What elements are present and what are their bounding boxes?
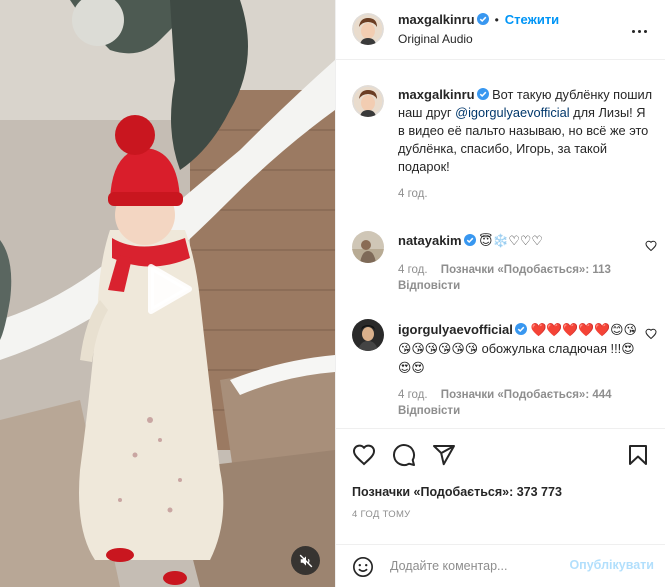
caption-text: maxgalkinru Вот такую дублёнку пошил наш… — [398, 86, 653, 176]
heart-icon[interactable] — [352, 443, 376, 467]
verified-badge-icon — [476, 13, 489, 25]
comment-like-heart-icon[interactable] — [645, 240, 657, 252]
header-username[interactable]: maxgalkinru — [398, 12, 475, 27]
avatar-image — [352, 231, 384, 263]
reply-button[interactable]: Відповісти — [398, 405, 460, 417]
comment-item: natayakim 😇❄️♡♡♡ 4 год. Позначки «Подоба… — [398, 232, 638, 294]
header-title-row: maxgalkinru • Стежити — [398, 12, 559, 27]
more-options-button[interactable] — [630, 24, 650, 34]
comment-text: natayakim 😇❄️♡♡♡ — [398, 232, 638, 250]
mute-toggle-button[interactable] — [291, 546, 320, 575]
post-comment-button[interactable]: Опублікувати — [569, 558, 654, 572]
verified-badge-icon — [514, 323, 527, 335]
comment-input[interactable] — [390, 553, 570, 579]
post-likes-count[interactable]: Позначки «Подобається»: 373 773 — [352, 485, 562, 499]
verified-badge-icon — [476, 88, 489, 100]
bookmark-icon[interactable] — [626, 443, 650, 467]
more-options-icon — [631, 30, 635, 34]
video-player[interactable] — [0, 0, 335, 587]
reply-button[interactable]: Відповісти — [398, 280, 460, 292]
caption: maxgalkinru Вот такую дублёнку пошил наш… — [398, 86, 653, 202]
comment-likes[interactable]: Позначки «Подобається»: 444 — [441, 389, 612, 401]
comment-time[interactable]: 4 год. — [398, 389, 428, 401]
follow-button[interactable]: Стежити — [505, 12, 559, 27]
avatar[interactable] — [352, 13, 384, 45]
comment-text: igorgulyaevofficial ❤️❤️❤️❤️❤️😊😘😘😘😘😘😘😘 о… — [398, 320, 643, 377]
caption-avatar[interactable] — [352, 85, 384, 117]
more-options-icon-dot — [643, 30, 647, 34]
share-icon[interactable] — [432, 443, 456, 467]
play-icon — [148, 264, 192, 314]
comment-item: igorgulyaevofficial ❤️❤️❤️❤️❤️😊😘😘😘😘😘😘😘 о… — [398, 320, 643, 419]
comment-meta: 4 год. Позначки «Подобається»: 113 Відпо… — [398, 262, 638, 294]
comment-avatar[interactable] — [352, 319, 384, 351]
avatar-image — [352, 319, 384, 351]
verified-badge-icon — [463, 234, 476, 246]
comment-username[interactable]: natayakim — [398, 233, 462, 248]
comment-avatar[interactable] — [352, 231, 384, 263]
post-actions: Позначки «Подобається»: 373 773 4 ГОД ТО… — [336, 428, 665, 546]
header-separator: • — [494, 13, 499, 27]
comment-time[interactable]: 4 год. — [398, 264, 428, 276]
audio-link[interactable]: Original Audio — [398, 32, 473, 46]
comment-username[interactable]: igorgulyaevofficial — [398, 322, 513, 337]
play-button[interactable] — [136, 256, 202, 322]
avatar-image — [352, 13, 384, 45]
comment-likes[interactable]: Позначки «Подобається»: 113 — [441, 264, 611, 276]
post-timestamp[interactable]: 4 ГОД ТОМУ — [352, 509, 411, 520]
comment-meta: 4 год. Позначки «Подобається»: 444 Відпо… — [398, 387, 643, 419]
caption-time[interactable]: 4 год. — [398, 186, 653, 202]
emoji-icon[interactable] — [352, 556, 374, 578]
caption-mention-link[interactable]: @igorgulyaevofficial — [455, 105, 569, 120]
muted-speaker-icon — [299, 554, 312, 567]
avatar-image — [352, 85, 384, 117]
more-options-icon-dot — [637, 30, 641, 34]
comment-icon[interactable] — [392, 443, 416, 467]
comment-body: 😇❄️♡♡♡ — [479, 233, 543, 248]
comment-like-heart-icon[interactable] — [645, 328, 657, 340]
post-header: maxgalkinru • Стежити Original Audio — [336, 0, 665, 60]
add-comment-bar: Опублікувати — [336, 544, 665, 587]
caption-username[interactable]: maxgalkinru — [398, 87, 475, 102]
post-side-panel: maxgalkinru • Стежити Original Audio maxga… — [335, 0, 665, 587]
post-dialog: maxgalkinru • Стежити Original Audio maxga… — [0, 0, 665, 587]
